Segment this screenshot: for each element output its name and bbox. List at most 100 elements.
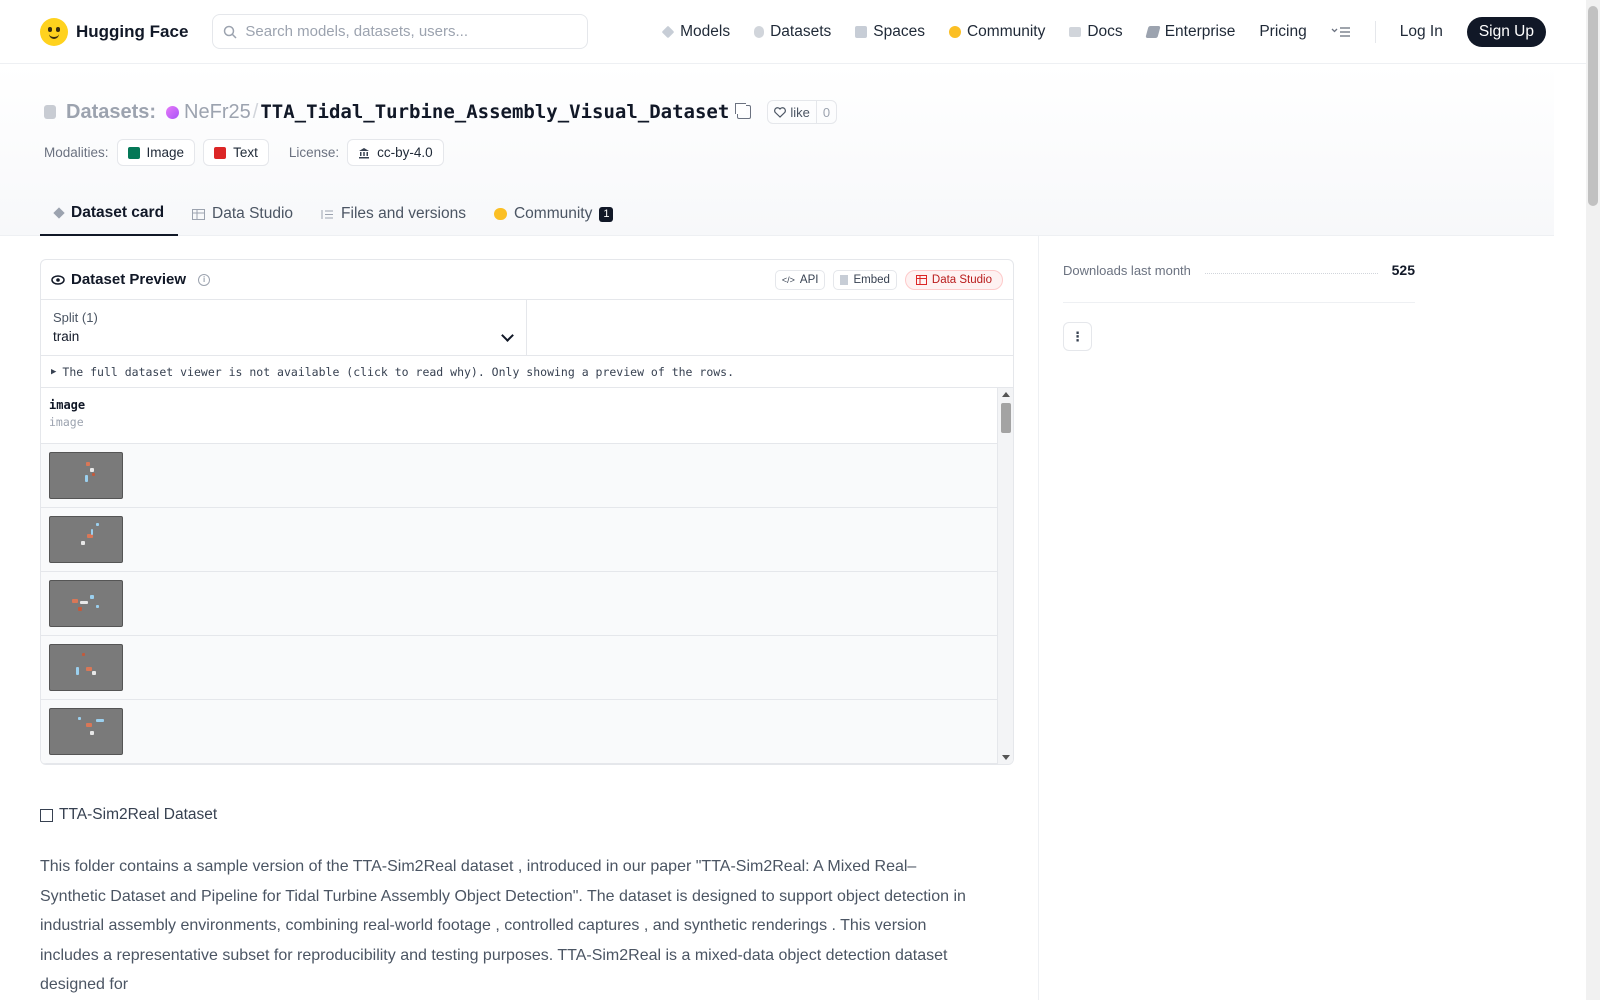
dotted-leader [1204,272,1378,274]
viewer-notice-text: The full dataset viewer is not available… [62,364,735,379]
license-tag[interactable]: cc-by-4.0 [347,139,444,166]
tab-dataset-card[interactable]: Dataset card [40,192,179,236]
embed-button[interactable]: Embed [833,269,897,290]
tab-data-studio[interactable]: Data Studio [178,192,307,236]
downloads-stat: Downloads last month 525 [1063,262,1415,278]
table-scrollbar-thumb[interactable] [1001,403,1011,433]
signup-button[interactable]: Sign Up [1466,16,1546,47]
card-icon [53,207,65,219]
nav-pricing-label: Pricing [1259,22,1307,40]
scroll-up-arrow-icon[interactable] [1002,392,1010,397]
split-select[interactable]: Split (1) train [41,300,527,355]
nav-community[interactable]: Community [948,22,1046,41]
crumb-separator: / [252,100,259,123]
copy-icon[interactable] [737,105,752,119]
nav-pricing[interactable]: Pricing [1259,23,1306,41]
modality-image-label: Image [146,145,185,160]
nav-links: Models Datasets Spaces Community Docs En… [661,16,1546,47]
search-icon [224,25,237,39]
viewer-notice[interactable]: ▶ The full dataset viewer is not availab… [41,356,1013,388]
repo-header: Datasets: NeFr25 / TTA_Tidal_Turbine_Ass… [0,64,1554,236]
repo-name[interactable]: TTA_Tidal_Turbine_Assembly_Visual_Datase… [260,101,729,123]
table-row[interactable] [41,700,999,764]
api-button[interactable]: </> API [774,269,826,290]
scroll-down-arrow-icon[interactable] [1002,755,1010,760]
nav-docs[interactable]: Docs [1069,22,1123,41]
brand-logo[interactable]: Hugging Face [40,17,189,46]
image-thumbnail[interactable] [49,580,123,627]
embed-button-label: Embed [853,273,890,286]
code-icon: </> [781,274,795,285]
org-avatar [166,105,180,119]
tab-data-studio-label: Data Studio [212,205,294,222]
eye-icon [51,274,65,285]
dataset-preview-card: Dataset Preview i </> API Embed Data Stud… [40,259,1014,765]
table-row[interactable] [41,508,999,572]
modality-image-tag[interactable]: Image [116,139,196,166]
nav-community-label: Community [966,22,1046,40]
org-link[interactable]: NeFr25 [184,101,251,124]
top-navbar: Hugging Face Models Datasets Spaces Comm… [0,0,1586,64]
crumb-datasets[interactable]: Datasets: [66,101,156,124]
nav-models-label: Models [680,22,731,40]
like-button[interactable]: like 0 [767,100,838,124]
table-scrollbar[interactable] [997,388,1013,764]
column-header-image[interactable]: image image [41,388,999,444]
models-icon [661,25,675,38]
dataset-icon [44,105,56,119]
files-icon [321,209,334,219]
brand-name: Hugging Face [76,21,189,41]
sidebar-divider [1063,302,1415,303]
triangle-right-icon: ▶ [51,366,57,377]
nav-datasets[interactable]: Datasets [754,23,831,41]
downloads-label: Downloads last month [1063,262,1191,278]
image-icon [127,146,140,159]
license-label: License: [288,145,340,160]
community-count-badge: 1 [599,206,614,222]
column-name: image [49,398,86,412]
tab-community-label: Community [513,205,593,222]
split-label: Split (1) [53,310,98,325]
tab-community[interactable]: Community 1 [480,192,628,236]
nav-models[interactable]: Models [661,22,731,41]
table-row[interactable] [41,572,999,636]
search-input[interactable] [245,23,566,40]
repo-tabs: Dataset card Data Studio Files and versi… [40,192,627,236]
api-button-label: API [799,273,819,286]
table-row[interactable] [41,444,999,508]
repo-title: Datasets: NeFr25 / TTA_Tidal_Turbine_Ass… [44,100,838,124]
search-box[interactable] [212,14,589,49]
table-icon [192,208,206,220]
nav-enterprise[interactable]: Enterprise [1145,22,1236,41]
info-icon[interactable]: i [198,273,211,286]
nav-spaces[interactable]: Spaces [855,23,925,41]
like-label: like [790,104,810,120]
readme-paragraph: This folder contains a sample version of… [40,858,966,993]
hugging-face-logo-icon [40,17,68,46]
image-thumbnail[interactable] [49,644,123,691]
more-options-button[interactable]: ⋮ [1063,322,1092,351]
embed-icon [840,274,849,285]
modalities-label: Modalities: [44,145,109,160]
downloads-value: 525 [1391,262,1415,278]
page-scrollbar-thumb[interactable] [1588,6,1598,206]
more-menu-icon[interactable] [1331,25,1351,39]
enterprise-icon [1145,25,1161,38]
preview-table: image image [41,388,1013,764]
bank-icon [359,147,370,158]
tab-files[interactable]: Files and versions [307,192,480,236]
like-count: 0 [822,104,831,120]
login-link[interactable]: Log In [1400,23,1443,41]
page-scrollbar[interactable] [1586,0,1600,1000]
nav-enterprise-label: Enterprise [1164,22,1236,40]
image-thumbnail[interactable] [49,708,123,755]
nav-datasets-label: Datasets [770,22,832,40]
image-thumbnail[interactable] [49,452,123,499]
modality-text-tag[interactable]: Text [203,139,269,166]
readme-heading-text: TTA-Sim2Real Dataset [59,806,218,823]
table-row[interactable] [41,636,999,700]
data-studio-button[interactable]: Data Studio [904,269,1003,290]
nav-docs-label: Docs [1087,22,1123,40]
docs-book-icon [1069,26,1082,37]
image-thumbnail[interactable] [49,516,123,563]
